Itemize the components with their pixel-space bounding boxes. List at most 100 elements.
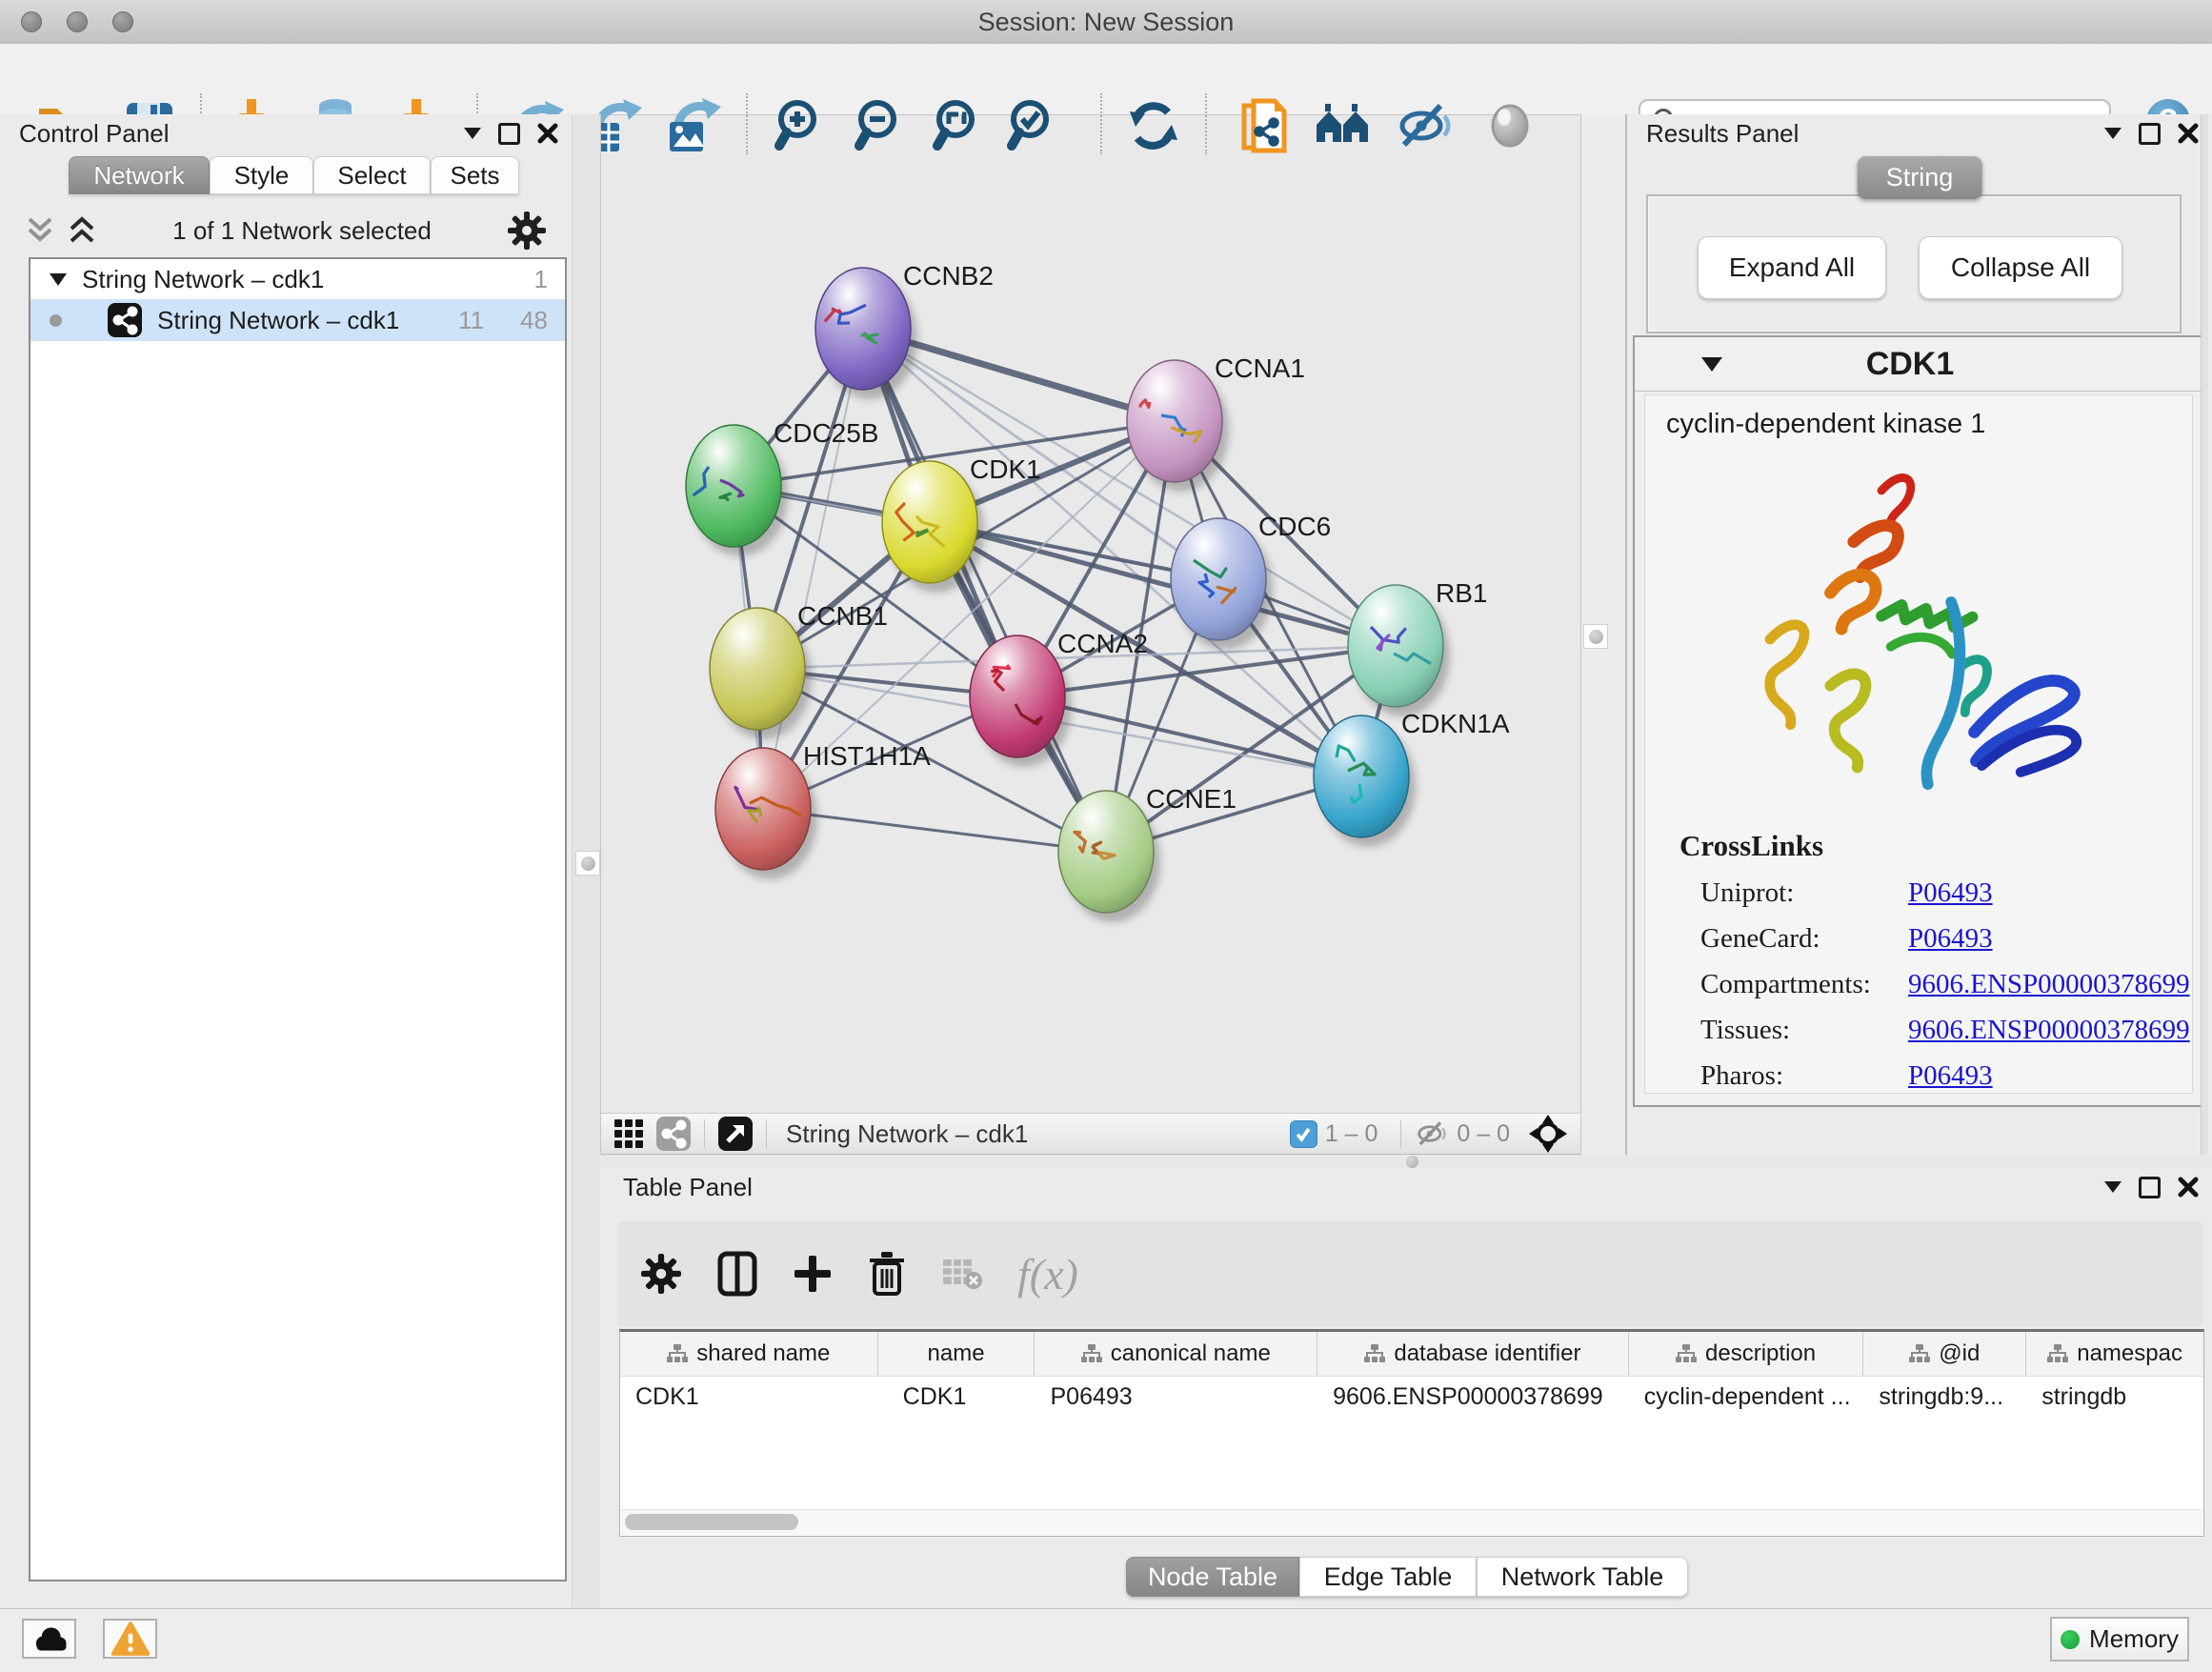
gene-name: CDK1 — [1722, 346, 2098, 383]
collection-count: 1 — [534, 265, 548, 294]
panel-float-button[interactable] — [2139, 1177, 2161, 1199]
string-controls-box: Expand All Collapse All — [1646, 194, 2182, 333]
tab-string[interactable]: String — [1858, 156, 1982, 199]
tree-expand-icon[interactable] — [50, 273, 67, 286]
tab-network[interactable]: Network — [69, 156, 210, 194]
network-collection-row[interactable]: String Network – cdk1 1 — [30, 259, 565, 299]
genecard-link[interactable]: P06493 — [1908, 923, 1993, 955]
network-canvas[interactable]: CCNB2CCNA1CDC25BCDK1CDC6RB1CCNB1CCNA2CDK… — [601, 114, 1580, 1113]
open-in-new-window-button[interactable] — [718, 1117, 753, 1151]
network-tree: String Network – cdk1 1 String Network –… — [29, 257, 567, 1581]
float-window-icon — [2139, 1177, 2161, 1199]
collapse-section-icon[interactable] — [1701, 357, 1722, 372]
column-header-namespace[interactable]: namespac — [2026, 1332, 2203, 1376]
tissues-link[interactable]: 9606.ENSP00000378699 — [1908, 1015, 2190, 1046]
crosslink-label: Uniprot: — [1700, 877, 1908, 909]
gene-header[interactable]: CDK1 — [1635, 337, 2202, 392]
results-panel-title: Results Panel — [1646, 119, 2087, 149]
memory-button[interactable]: Memory — [2050, 1617, 2189, 1662]
delete-column-button[interactable] — [867, 1251, 907, 1297]
panel-float-button[interactable] — [498, 123, 520, 145]
toolbar-separator — [704, 1119, 705, 1148]
warnings-button[interactable] — [103, 1619, 157, 1659]
panel-menu-button[interactable] — [2104, 128, 2122, 139]
panel-menu-button[interactable] — [2104, 1181, 2122, 1193]
horizontal-scrollbar[interactable] — [621, 1509, 2202, 1535]
fit-content-crosshair-button[interactable] — [1529, 1115, 1567, 1153]
network-inactive-icon[interactable] — [656, 1117, 691, 1151]
column-header-id[interactable]: @id — [1863, 1332, 2026, 1376]
current-network-indicator — [50, 314, 62, 327]
column-header-description[interactable]: description — [1629, 1332, 1864, 1376]
network-options-button[interactable] — [507, 211, 547, 251]
network-label: String Network – cdk1 — [157, 306, 458, 335]
expand-all-button[interactable]: Expand All — [1698, 236, 1886, 299]
panel-close-button[interactable] — [2178, 1177, 2199, 1198]
column-header-database-identifier[interactable]: database identifier — [1317, 1332, 1629, 1376]
column-header-name[interactable]: name — [878, 1332, 1036, 1376]
panel-close-button[interactable] — [537, 123, 558, 144]
trash-icon — [867, 1251, 907, 1297]
left-splitter-handle[interactable] — [575, 851, 600, 876]
tab-network-table[interactable]: Network Table — [1477, 1557, 1688, 1597]
network-node-HIST1H1A[interactable]: HIST1H1A — [715, 741, 931, 870]
title-bar: Session: New Session — [0, 0, 2212, 45]
hierarchy-icon — [667, 1344, 688, 1363]
tab-select[interactable]: Select — [313, 156, 431, 194]
collection-label: String Network – cdk1 — [82, 265, 534, 294]
collapse-all-button[interactable]: Collapse All — [1919, 236, 2122, 299]
delete-table-button[interactable] — [941, 1256, 983, 1292]
expand-all-networks-button[interactable] — [67, 216, 97, 245]
tab-sets[interactable]: Sets — [431, 156, 519, 194]
node-label-CDC25B: CDC25B — [774, 418, 878, 448]
hierarchy-icon — [1364, 1344, 1385, 1363]
tab-style[interactable]: Style — [210, 156, 313, 194]
compartments-link[interactable]: 9606.ENSP00000378699 — [1908, 969, 2190, 1000]
node-label-CCNB2: CCNB2 — [903, 261, 994, 291]
uniprot-link[interactable]: P06493 — [1908, 877, 1993, 909]
hidden-counts: 0 – 0 — [1457, 1120, 1510, 1148]
panel-float-button[interactable] — [2139, 123, 2161, 145]
gene-details-box: CDK1 cyclin-dependent kinase 1 — [1633, 335, 2204, 1107]
table-options-button[interactable] — [640, 1253, 682, 1295]
network-node-CDK1[interactable]: CDK1 — [882, 454, 1041, 583]
left-splitter[interactable] — [572, 114, 601, 1608]
gear-icon — [507, 211, 547, 251]
network-node-RB1[interactable]: RB1 — [1348, 578, 1487, 707]
add-column-button[interactable] — [793, 1254, 833, 1294]
horizontal-splitter[interactable] — [600, 1155, 2212, 1168]
table-row[interactable]: CDK1 CDK1 P06493 9606.ENSP00000378699 cy… — [620, 1377, 2203, 1417]
function-builder-button[interactable]: f(x) — [1017, 1249, 1078, 1299]
crosslink-label: Compartments: — [1700, 969, 1908, 1000]
right-splitter[interactable] — [1581, 114, 1625, 1155]
tab-edge-table[interactable]: Edge Table — [1299, 1557, 1477, 1597]
hierarchy-icon — [1676, 1344, 1697, 1363]
pharos-link[interactable]: P06493 — [1908, 1060, 1993, 1092]
column-header-shared-name[interactable]: shared name — [620, 1332, 878, 1376]
crosslink-label: Tissues: — [1700, 1015, 1908, 1046]
tab-node-table[interactable]: Node Table — [1126, 1557, 1299, 1597]
gear-icon — [640, 1253, 682, 1295]
cloud-status-button[interactable] — [22, 1619, 76, 1659]
plus-icon — [793, 1254, 833, 1294]
selected-checkbox[interactable] — [1290, 1120, 1317, 1148]
network-row-selected[interactable]: String Network – cdk1 11 48 — [30, 299, 565, 341]
collapse-all-networks-button[interactable] — [25, 216, 55, 245]
birds-eye-view-button[interactable] — [614, 1119, 643, 1148]
show-columns-button[interactable] — [716, 1251, 758, 1297]
node-label-CDC6: CDC6 — [1258, 512, 1331, 541]
node-label-CCNE1: CCNE1 — [1146, 784, 1237, 814]
node-table: shared name name canonical name database… — [619, 1329, 2204, 1537]
horizontal-splitter-handle[interactable] — [1406, 1156, 1418, 1168]
panel-close-button[interactable] — [2178, 123, 2199, 144]
hidden-eye-slash-icon[interactable] — [1415, 1119, 1449, 1148]
panel-menu-button[interactable] — [464, 128, 481, 139]
float-window-icon — [2139, 123, 2161, 145]
column-header-canonical-name[interactable]: canonical name — [1035, 1332, 1317, 1376]
node-label-CCNA1: CCNA1 — [1215, 353, 1305, 383]
right-splitter-handle[interactable] — [1583, 624, 1608, 649]
toolbar-separator — [766, 1119, 767, 1148]
toolbar-separator — [1400, 1119, 1401, 1148]
node-count: 11 — [458, 306, 484, 335]
scrollbar-thumb[interactable] — [625, 1514, 798, 1530]
